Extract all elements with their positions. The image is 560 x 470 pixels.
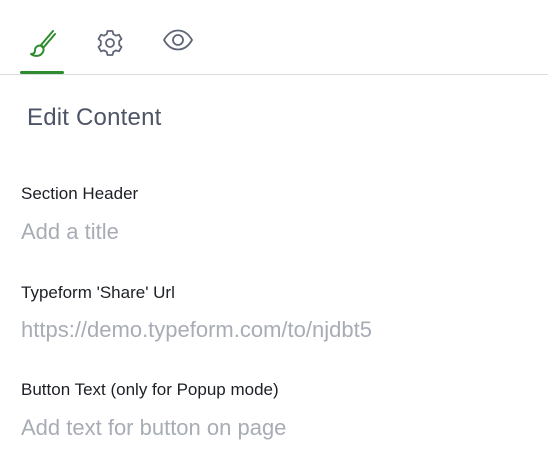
tab-bar [0,0,548,75]
tab-settings[interactable] [90,28,130,68]
section-header-input[interactable] [21,217,521,247]
paintbrush-icon [28,28,56,58]
tab-preview[interactable] [158,28,198,68]
share-url-input[interactable] [21,315,521,345]
tab-content[interactable] [22,28,62,68]
button-text-input[interactable] [21,413,521,443]
button-text-label: Button Text (only for Popup mode) [21,380,279,399]
panel-title: Edit Content [27,104,162,131]
active-tab-indicator [20,71,64,74]
section-header-label: Section Header [21,184,139,203]
share-url-label: Typeform 'Share' Url [21,283,175,302]
gear-icon [95,28,125,58]
edit-content-panel: Edit Content Section Header Typeform 'Sh… [0,0,560,470]
eye-icon [162,28,194,52]
